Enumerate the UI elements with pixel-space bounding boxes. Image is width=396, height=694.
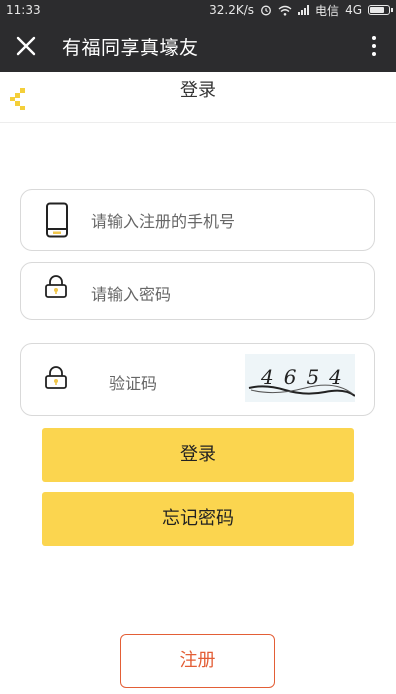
password-input[interactable]: 请输入密码 [20,262,375,320]
captcha-text: 4654 [260,365,352,389]
status-bar: 11:33 32.2K/s 电信 4G [0,0,396,20]
network-speed: 32.2K/s [209,3,255,17]
phone-icon [46,202,68,238]
battery-icon [368,5,393,15]
captcha-placeholder: 验证码 [109,374,158,393]
lock-icon [45,366,67,389]
close-icon [16,36,36,56]
more-menu-button[interactable] [352,20,396,72]
phone-input[interactable]: 请输入注册的手机号 [20,189,375,251]
window-title: 有福同享真壕友 [62,36,199,59]
phone-placeholder: 请输入注册的手机号 [91,212,236,231]
status-right: 32.2K/s 电信 4G [209,2,393,19]
captcha-graphic: 4654 [248,365,356,397]
page-header: 登录 [0,72,396,123]
register-button[interactable]: 注册 [120,634,275,688]
login-button[interactable]: 登录 [42,428,354,482]
lock-icon [45,275,67,298]
forgot-password-button[interactable]: 忘记密码 [42,492,354,546]
wifi-icon [278,5,292,16]
alarm-icon [261,5,271,16]
more-dot-icon [372,52,376,56]
close-button[interactable] [0,20,52,72]
password-placeholder: 请输入密码 [91,285,172,304]
status-time: 11:33 [6,3,41,17]
more-dot-icon [372,44,376,48]
signal-icon [298,5,310,15]
network-type: 4G [345,3,362,17]
more-dot-icon [372,36,376,40]
captcha-input[interactable]: 验证码 4654 [20,343,375,416]
carrier-label: 电信 [315,3,340,18]
captcha-image[interactable]: 4654 [245,354,356,402]
title-bar: 有福同享真壕友 [0,20,396,72]
page-title: 登录 [180,80,216,101]
